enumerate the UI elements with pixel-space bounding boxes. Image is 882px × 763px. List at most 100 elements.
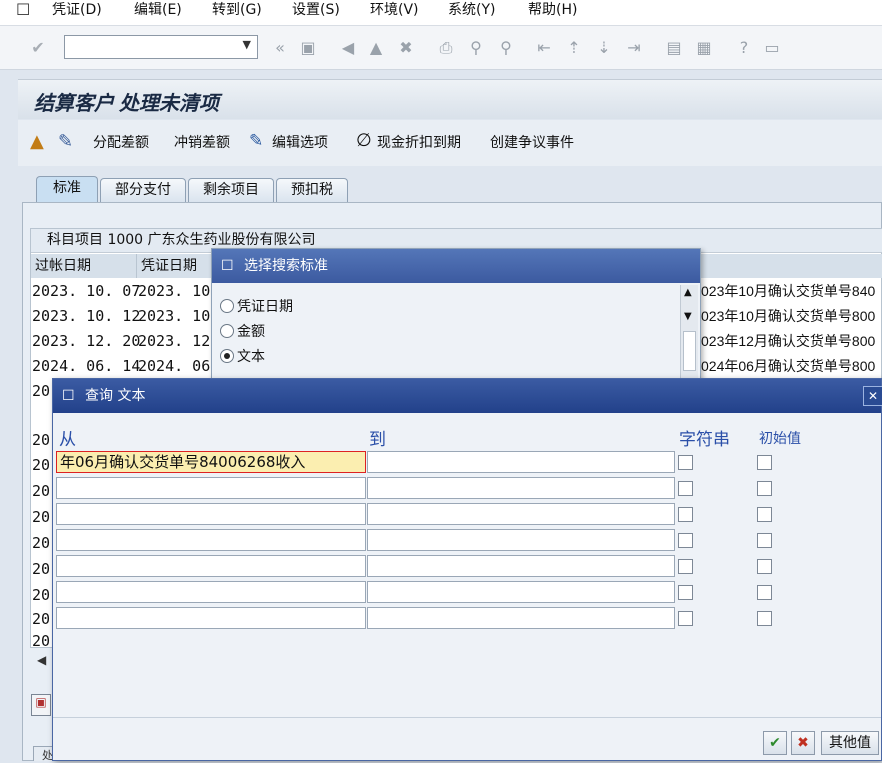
initial-checkbox-5[interactable] xyxy=(757,559,772,574)
cancel-button[interactable]: ✖ xyxy=(791,731,815,755)
create-dispute-button[interactable]: 创建争议事件 xyxy=(490,132,574,154)
initial-checkbox-7[interactable] xyxy=(757,611,772,626)
menu-help[interactable]: 帮助(H) xyxy=(528,0,577,22)
to-field-3[interactable] xyxy=(367,503,675,525)
tab-standard[interactable]: 标准 xyxy=(36,176,98,203)
option-text[interactable]: 文本 xyxy=(220,346,265,368)
scroll-down-icon[interactable]: ▼ xyxy=(684,311,692,322)
initial-checkbox-6[interactable] xyxy=(757,585,772,600)
row3-text[interactable]: 023年12月确认交货单号800 xyxy=(701,329,882,354)
row14-posting-partial[interactable]: 20 xyxy=(32,629,50,654)
row2-posting-date[interactable]: 2023. 10. 12 xyxy=(32,304,140,329)
popup-scrollbar[interactable]: ▲ ▼ xyxy=(680,285,698,381)
row1-doc-date[interactable]: 2023. 10. xyxy=(138,279,212,304)
bottom-tab-stub[interactable]: 处 xyxy=(33,746,53,762)
cancel-icon[interactable]: ✖ xyxy=(396,38,416,58)
from-field-4[interactable] xyxy=(56,529,366,551)
to-field-2[interactable] xyxy=(367,477,675,499)
close-icon[interactable]: ✕ xyxy=(863,386,882,406)
exit-icon[interactable]: ▲ xyxy=(366,38,386,58)
initial-checkbox-4[interactable] xyxy=(757,533,772,548)
edit-doc-icon[interactable]: ✎ xyxy=(58,131,73,152)
menu-edit[interactable]: 编辑(E) xyxy=(134,0,182,22)
string-checkbox-3[interactable] xyxy=(678,507,693,522)
row9-posting-partial[interactable]: 20 xyxy=(32,505,50,530)
row2-doc-date[interactable]: 2023. 10. xyxy=(138,304,212,329)
find-next-icon[interactable]: ⚲ xyxy=(496,38,516,58)
first-page-icon[interactable]: ⇤ xyxy=(534,38,554,58)
scroll-up-icon[interactable]: ▲ xyxy=(684,287,692,298)
to-field-1[interactable] xyxy=(367,451,675,473)
to-field-6[interactable] xyxy=(367,581,675,603)
to-field-7[interactable] xyxy=(367,607,675,629)
layout-icon[interactable]: ▭ xyxy=(762,38,782,58)
prev-page-icon[interactable]: ⇡ xyxy=(564,38,584,58)
save-icon[interactable]: ▣ xyxy=(298,38,318,58)
scroll-left-icon[interactable]: ◀ xyxy=(37,653,46,667)
menu-system[interactable]: 系统(Y) xyxy=(448,0,495,22)
row8-posting-partial[interactable]: 20 xyxy=(32,479,50,504)
new-session-icon[interactable]: ▤ xyxy=(664,38,684,58)
print-icon[interactable]: ⎙ xyxy=(436,38,456,58)
confirm-button[interactable]: ✔ xyxy=(763,731,787,755)
row2-text[interactable]: 023年10月确认交货单号800 xyxy=(701,304,882,329)
scroll-thumb[interactable] xyxy=(683,331,696,371)
command-field[interactable]: ▼ xyxy=(64,35,258,59)
row10-posting-partial[interactable]: 20 xyxy=(32,531,50,556)
string-checkbox-7[interactable] xyxy=(678,611,693,626)
column-document-date[interactable]: 凭证日期 xyxy=(137,254,213,278)
tab-partial-payment[interactable]: 部分支付 xyxy=(100,178,186,203)
enter-check-icon[interactable]: ✔ xyxy=(28,38,48,58)
next-page-icon[interactable]: ⇣ xyxy=(594,38,614,58)
doc-menu-icon[interactable]: ☐ xyxy=(16,0,30,19)
initial-checkbox-2[interactable] xyxy=(757,481,772,496)
from-field-1[interactable]: 年06月确认交货单号84006268收入 xyxy=(56,451,366,473)
from-field-7[interactable] xyxy=(56,607,366,629)
find-icon[interactable]: ⚲ xyxy=(466,38,486,58)
menu-voucher[interactable]: 凭证(D) xyxy=(52,0,102,22)
tab-residual-items[interactable]: 剩余项目 xyxy=(188,178,274,203)
initial-checkbox-3[interactable] xyxy=(757,507,772,522)
menu-goto[interactable]: 转到(G) xyxy=(212,0,262,22)
to-field-5[interactable] xyxy=(367,555,675,577)
radio-button-selected[interactable] xyxy=(220,349,234,363)
row3-doc-date[interactable]: 2023. 12. xyxy=(138,329,212,354)
mountain-icon[interactable]: ▲ xyxy=(30,131,44,152)
column-posting-date[interactable]: 过帐日期 xyxy=(31,254,137,278)
row4-posting-date[interactable]: 2024. 06. 14 xyxy=(32,354,140,379)
from-field-3[interactable] xyxy=(56,503,366,525)
row1-posting-date[interactable]: 2023. 10. 07 xyxy=(32,279,140,304)
row4-doc-date[interactable]: 2024. 06. xyxy=(138,354,212,379)
from-field-5[interactable] xyxy=(56,555,366,577)
back-icon[interactable]: ◀ xyxy=(338,38,358,58)
layout-settings-icon[interactable]: ▣ xyxy=(31,694,51,716)
menu-environment[interactable]: 环境(V) xyxy=(370,0,419,22)
from-field-6[interactable] xyxy=(56,581,366,603)
option-document-date[interactable]: 凭证日期 xyxy=(220,296,293,318)
from-field-2[interactable] xyxy=(56,477,366,499)
row6-posting-partial[interactable]: 20 xyxy=(32,428,50,453)
help-icon[interactable]: ? xyxy=(734,38,754,58)
string-checkbox-5[interactable] xyxy=(678,559,693,574)
chevron-down-icon[interactable]: ▼ xyxy=(243,38,251,51)
initial-checkbox-1[interactable] xyxy=(757,455,772,470)
collapse-icon[interactable]: « xyxy=(270,38,290,58)
row7-posting-partial[interactable]: 20 xyxy=(32,453,50,478)
cash-discount-due-button[interactable]: 现金折扣到期 xyxy=(377,132,461,154)
option-amount[interactable]: 金额 xyxy=(220,321,265,343)
row1-text[interactable]: 023年10月确认交货单号840 xyxy=(701,279,882,304)
menu-settings[interactable]: 设置(S) xyxy=(292,0,340,22)
edit-options-button[interactable]: 编辑选项 xyxy=(272,132,328,154)
distribute-difference-button[interactable]: 分配差额 xyxy=(93,132,149,154)
string-checkbox-1[interactable] xyxy=(678,455,693,470)
radio-button[interactable] xyxy=(220,299,234,313)
tab-withholding-tax[interactable]: 预扣税 xyxy=(276,178,348,203)
row3-posting-date[interactable]: 2023. 12. 20 xyxy=(32,329,140,354)
row5-posting-partial[interactable]: 20 xyxy=(32,379,50,404)
row12-posting-partial[interactable]: 20 xyxy=(32,583,50,608)
shortcut-icon[interactable]: ▦ xyxy=(694,38,714,58)
string-checkbox-4[interactable] xyxy=(678,533,693,548)
to-field-4[interactable] xyxy=(367,529,675,551)
other-values-button[interactable]: 其他值 xyxy=(821,731,879,755)
row4-text[interactable]: 024年06月确认交货单号800 xyxy=(701,354,882,379)
